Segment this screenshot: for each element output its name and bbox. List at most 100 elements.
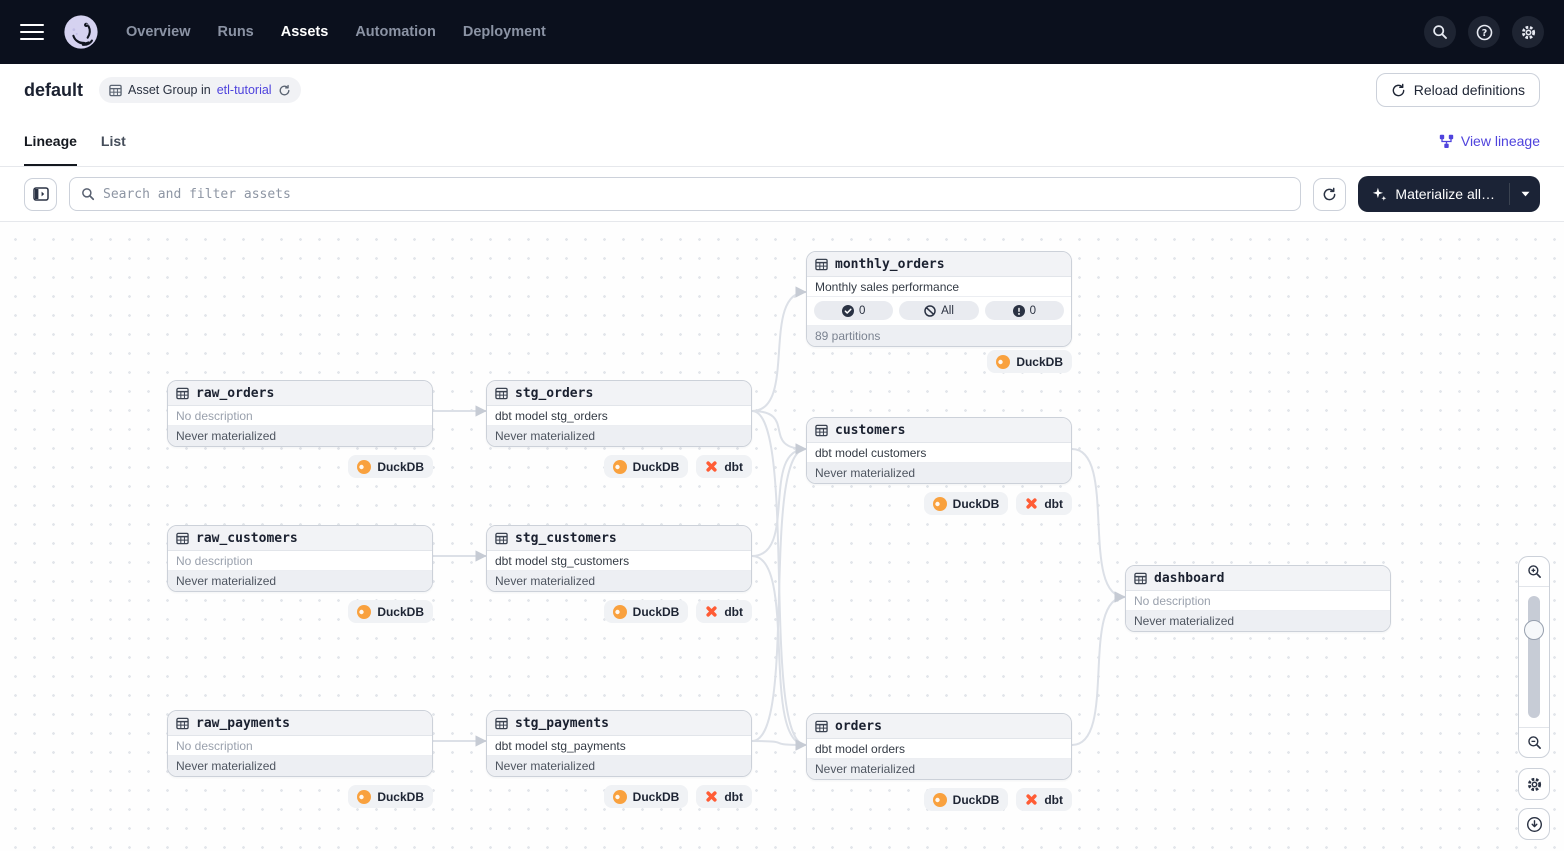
tag-dbt[interactable]: dbt — [696, 785, 752, 808]
table-icon — [495, 387, 508, 400]
asset-name: monthly_orders — [807, 252, 1071, 277]
download-graph-button[interactable] — [1518, 808, 1550, 840]
lineage-graph[interactable]: monthly_ordersMonthly sales performance0… — [0, 222, 1564, 851]
asset-node-orders[interactable]: ordersdbt model ordersNever materialized — [806, 713, 1072, 780]
badge-refresh-icon[interactable] — [278, 84, 291, 97]
zoom-slider-track[interactable] — [1528, 596, 1540, 718]
asset-node-customers[interactable]: customersdbt model customersNever materi… — [806, 417, 1072, 484]
edge-orders-to-dashboard — [1072, 597, 1125, 745]
asset-search-input[interactable] — [103, 187, 1289, 202]
asset-description: No description — [168, 406, 432, 426]
asset-status: Never materialized — [168, 756, 432, 776]
settings-gear-icon — [1526, 776, 1543, 793]
badge-text: Asset Group in — [128, 83, 211, 97]
asset-tags-raw_customers: DuckDB — [167, 600, 433, 623]
dagster-logo[interactable] — [62, 13, 100, 51]
asset-status: Never materialized — [1126, 611, 1390, 631]
asset-description: dbt model orders — [807, 739, 1071, 759]
duckdb-icon — [613, 605, 627, 619]
asset-name: raw_orders — [168, 381, 432, 406]
table-icon — [495, 532, 508, 545]
asset-node-raw_payments[interactable]: raw_paymentsNo descriptionNever material… — [167, 710, 433, 777]
zoom-in-button[interactable] — [1519, 557, 1549, 587]
duckdb-icon — [933, 497, 947, 511]
svg-text:?: ? — [1481, 28, 1487, 39]
primary-nav: Overview Runs Assets Automation Deployment — [126, 24, 546, 40]
tag-duckdb[interactable]: DuckDB — [924, 788, 1009, 811]
zoom-slider[interactable] — [1528, 587, 1540, 727]
nav-item-automation[interactable]: Automation — [355, 24, 436, 40]
asset-tags-stg_payments: DuckDB dbt — [486, 785, 752, 808]
asset-node-stg_customers[interactable]: stg_customersdbt model stg_customersNeve… — [486, 525, 752, 592]
asset-status: Never materialized — [168, 571, 432, 591]
asset-node-dashboard[interactable]: dashboardNo descriptionNever materialize… — [1125, 565, 1391, 632]
reload-icon — [1391, 83, 1406, 98]
asset-tags-stg_orders: DuckDB dbt — [486, 455, 752, 478]
asset-status: 89 partitions — [807, 326, 1071, 346]
duckdb-icon — [357, 790, 371, 804]
table-icon — [176, 717, 189, 730]
tab-list[interactable]: List — [101, 116, 126, 166]
duckdb-icon — [613, 790, 627, 804]
asset-status: Never materialized — [487, 571, 751, 591]
lineage-toolbar: Materialize all… — [0, 167, 1564, 222]
tag-duckdb[interactable]: DuckDB — [348, 600, 433, 623]
asset-tags-raw_orders: DuckDB — [167, 455, 433, 478]
sidebar-toggle-button[interactable] — [24, 178, 57, 211]
duckdb-icon — [357, 460, 371, 474]
user-settings-gear-icon[interactable] — [1512, 16, 1544, 48]
tag-duckdb[interactable]: DuckDB — [604, 455, 689, 478]
partition-status-pill[interactable]: 0 — [814, 301, 893, 320]
asset-node-stg_payments[interactable]: stg_paymentsdbt model stg_paymentsNever … — [486, 710, 752, 777]
asset-search-box — [69, 177, 1301, 211]
tag-duckdb[interactable]: DuckDB — [348, 455, 433, 478]
dbt-icon — [705, 605, 718, 618]
refresh-graph-button[interactable] — [1313, 178, 1346, 211]
table-icon — [815, 720, 828, 733]
materialize-all-button[interactable]: Materialize all… — [1358, 176, 1509, 212]
partition-status-pill[interactable]: All — [899, 301, 978, 320]
view-lineage-link[interactable]: View lineage — [1439, 133, 1540, 149]
tag-duckdb[interactable]: DuckDB — [348, 785, 433, 808]
tag-duckdb[interactable]: DuckDB — [987, 350, 1072, 373]
tag-duckdb[interactable]: DuckDB — [604, 600, 689, 623]
nav-item-deployment[interactable]: Deployment — [463, 24, 546, 40]
asset-tags-monthly_orders: DuckDB — [806, 350, 1072, 373]
asset-node-monthly_orders[interactable]: monthly_ordersMonthly sales performance0… — [806, 251, 1072, 347]
zoom-out-button[interactable] — [1519, 727, 1549, 757]
materialize-dropdown-button[interactable] — [1510, 176, 1540, 212]
partition-status-pill[interactable]: 0 — [985, 301, 1064, 320]
asset-node-raw_orders[interactable]: raw_ordersNo descriptionNever materializ… — [167, 380, 433, 447]
tag-dbt[interactable]: dbt — [1016, 788, 1072, 811]
refresh-icon — [1322, 187, 1337, 202]
asset-status: Never materialized — [487, 756, 751, 776]
global-search-icon[interactable] — [1424, 16, 1456, 48]
tag-duckdb[interactable]: DuckDB — [604, 785, 689, 808]
tag-duckdb[interactable]: DuckDB — [924, 492, 1009, 515]
dbt-icon — [1025, 497, 1038, 510]
zoom-slider-handle[interactable] — [1524, 620, 1544, 640]
code-location-link[interactable]: etl-tutorial — [217, 83, 272, 97]
reload-definitions-button[interactable]: Reload definitions — [1376, 73, 1540, 107]
zoom-in-icon — [1527, 564, 1542, 579]
asset-description: No description — [1126, 591, 1390, 611]
nav-item-assets[interactable]: Assets — [281, 24, 329, 40]
tag-dbt[interactable]: dbt — [1016, 492, 1072, 515]
asset-description: No description — [168, 736, 432, 756]
tag-dbt[interactable]: dbt — [696, 600, 752, 623]
tab-lineage[interactable]: Lineage — [24, 116, 77, 166]
nav-item-overview[interactable]: Overview — [126, 24, 191, 40]
tag-dbt[interactable]: dbt — [696, 455, 752, 478]
hamburger-menu-icon[interactable] — [20, 24, 44, 40]
nav-item-runs[interactable]: Runs — [218, 24, 254, 40]
table-icon — [815, 258, 828, 271]
asset-name: raw_payments — [168, 711, 432, 736]
graph-settings-button[interactable] — [1518, 768, 1550, 800]
top-navigation: Overview Runs Assets Automation Deployment ? — [0, 0, 1564, 64]
asset-tags-customers: DuckDB dbt — [806, 492, 1072, 515]
caret-down-icon — [1521, 191, 1530, 197]
asset-node-raw_customers[interactable]: raw_customersNo descriptionNever materia… — [167, 525, 433, 592]
tabs-row: Lineage List View lineage — [0, 116, 1564, 167]
asset-node-stg_orders[interactable]: stg_ordersdbt model stg_ordersNever mate… — [486, 380, 752, 447]
help-icon[interactable]: ? — [1468, 16, 1500, 48]
